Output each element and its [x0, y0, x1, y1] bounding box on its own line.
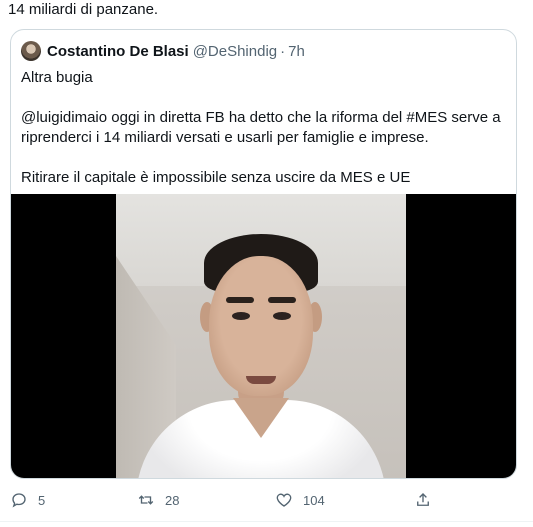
- author-name[interactable]: Costantino De Blasi: [47, 43, 189, 60]
- quote-line: Altra bugia: [21, 69, 93, 86]
- tweet-actions: 5 28 104: [10, 487, 510, 513]
- retweet-button[interactable]: 28: [137, 487, 179, 513]
- quoted-tweet-header: Costantino De Blasi @DeShindig · 7h: [21, 41, 305, 61]
- reply-count: 5: [38, 492, 46, 508]
- video-player[interactable]: [11, 194, 516, 478]
- divider: [0, 521, 533, 522]
- author-handle[interactable]: @DeShindig: [193, 43, 277, 60]
- share-button[interactable]: [414, 487, 442, 513]
- avatar[interactable]: [21, 41, 41, 61]
- quote-line: @luigidimaio oggi in diretta FB ha detto…: [21, 109, 501, 146]
- tweet-text: 14 miliardi di panzane.: [8, 1, 159, 18]
- reply-icon: [12, 493, 26, 508]
- retweet-icon: [138, 495, 154, 505]
- quoted-tweet-card[interactable]: Costantino De Blasi @DeShindig · 7h Altr…: [10, 29, 517, 479]
- tweet-timestamp[interactable]: 7h: [288, 43, 305, 60]
- like-button[interactable]: 104: [275, 487, 325, 513]
- like-icon: [276, 493, 292, 507]
- share-icon: [417, 493, 429, 506]
- retweet-count: 28: [165, 492, 180, 508]
- like-count: 104: [303, 492, 325, 508]
- quote-line: Ritirare il capitale è impossibile senza…: [21, 169, 411, 186]
- quoted-tweet-text: Altra bugia @luigidimaio oggi in diretta…: [21, 68, 511, 188]
- separator-dot: ·: [280, 42, 286, 60]
- video-frame: [116, 194, 406, 478]
- reply-button[interactable]: 5: [10, 487, 45, 513]
